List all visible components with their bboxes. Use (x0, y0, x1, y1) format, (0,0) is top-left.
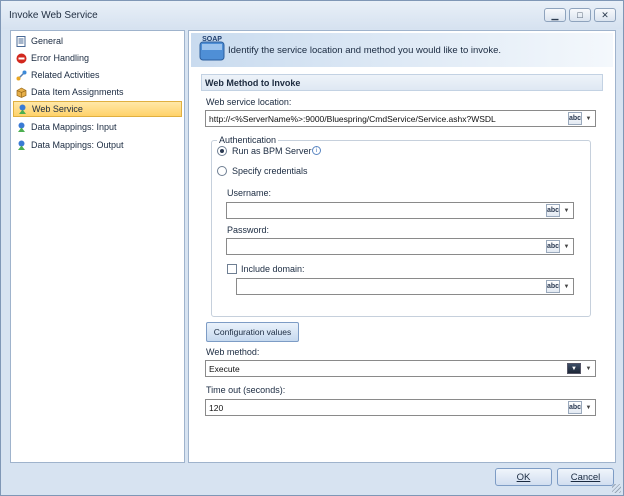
web-method-label: Web method: (206, 347, 260, 357)
resize-grip[interactable] (612, 484, 621, 493)
configuration-values-button[interactable]: Configuration values (206, 322, 299, 342)
sidebar-item-web-service[interactable]: Web Service (13, 101, 182, 117)
sidebar-item-general[interactable]: General (13, 33, 182, 49)
abc-icon[interactable]: abc (546, 280, 560, 293)
abc-icon[interactable]: abc (568, 112, 582, 125)
abc-icon[interactable]: abc (568, 401, 582, 414)
sidebar-item-related-activities[interactable]: Related Activities (13, 67, 182, 83)
run-as-label: Run as BPM Server (232, 146, 312, 156)
sidebar-item-label: Related Activities (31, 70, 100, 80)
invoke-web-service-dialog: Invoke Web Service ▁ □ ✕ General Error H… (0, 0, 624, 496)
web-method-value: Execute (209, 364, 240, 374)
close-button[interactable]: ✕ (594, 8, 616, 22)
sidebar: General Error Handling Related Activitie… (10, 30, 185, 463)
sidebar-item-label: Data Mappings: Output (31, 140, 124, 150)
content-panel: SOAP Identify the service location and m… (188, 30, 616, 463)
web-service-icon (15, 121, 27, 133)
chevron-down-icon[interactable]: ▼ (583, 401, 594, 414)
web-method-select[interactable]: Execute ▼ ▼ (205, 360, 596, 377)
web-service-location-field[interactable]: http://<%ServerName%>:9000/Bluespring/Cm… (205, 110, 596, 127)
sidebar-item-error-handling[interactable]: Error Handling (13, 50, 182, 66)
title-bar: Invoke Web Service ▁ □ ✕ (1, 1, 623, 29)
username-field[interactable]: abc ▼ (226, 202, 574, 219)
sidebar-item-data-mappings-input[interactable]: Data Mappings: Input (13, 119, 182, 135)
cancel-button[interactable]: Cancel (557, 468, 614, 486)
password-field[interactable]: abc ▼ (226, 238, 574, 255)
cancel-label: Cancel (570, 471, 601, 483)
dropdown-arrow-icon[interactable]: ▼ (567, 363, 581, 374)
document-icon (15, 35, 27, 47)
chevron-down-icon[interactable]: ▼ (561, 204, 572, 217)
chevron-down-icon[interactable]: ▼ (561, 280, 572, 293)
sidebar-item-label: Data Mappings: Input (31, 122, 117, 132)
ok-button[interactable]: OK (495, 468, 552, 486)
domain-field[interactable]: abc ▼ (236, 278, 574, 295)
specify-credentials-label: Specify credentials (232, 166, 308, 176)
location-value: http://<%ServerName%>:9000/Bluespring/Cm… (209, 114, 496, 124)
password-label: Password: (227, 225, 270, 235)
box-icon (15, 86, 27, 98)
soap-icon-label: SOAP (202, 36, 222, 43)
include-domain-label: Include domain: (241, 264, 305, 274)
location-label: Web service location: (206, 97, 292, 107)
banner-text: Identify the service location and method… (228, 45, 502, 56)
sidebar-item-label: General (31, 36, 64, 46)
window-title: Invoke Web Service (9, 10, 98, 21)
abc-icon[interactable]: abc (546, 240, 560, 253)
maximize-icon: □ (577, 9, 583, 20)
sidebar-item-label: Web Service (32, 104, 83, 114)
timeout-value: 120 (209, 403, 224, 413)
minimize-button[interactable]: ▁ (544, 8, 566, 22)
specify-credentials-radio[interactable] (217, 166, 227, 176)
soap-icon: SOAP (199, 36, 225, 62)
section-title: Web Method to Invoke (205, 78, 301, 88)
stop-icon (15, 52, 27, 64)
chevron-down-icon[interactable]: ▼ (583, 112, 594, 125)
username-label: Username: (227, 188, 272, 198)
minimize-icon: ▁ (551, 9, 559, 20)
authentication-legend: Authentication (217, 135, 279, 145)
sidebar-item-data-item-assignments[interactable]: Data Item Assignments (13, 84, 182, 100)
timeout-label: Time out (seconds): (206, 385, 286, 395)
maximize-button[interactable]: □ (569, 8, 591, 22)
ok-label: OK (516, 471, 531, 483)
sidebar-item-label: Data Item Assignments (31, 87, 124, 97)
link-icon (15, 69, 27, 81)
timeout-field[interactable]: 120 abc ▼ (205, 399, 596, 416)
sidebar-item-data-mappings-output[interactable]: Data Mappings: Output (13, 137, 182, 153)
section-header: Web Method to Invoke (201, 74, 603, 91)
run-as-bpm-server-radio[interactable] (217, 146, 227, 156)
chevron-down-icon[interactable]: ▼ (583, 362, 594, 375)
chevron-down-icon[interactable]: ▼ (561, 240, 572, 253)
web-service-icon (15, 139, 27, 151)
web-service-icon (16, 103, 28, 115)
info-icon[interactable]: i (312, 146, 321, 155)
sidebar-item-label: Error Handling (31, 53, 90, 63)
close-icon: ✕ (601, 9, 609, 20)
abc-icon[interactable]: abc (546, 204, 560, 217)
include-domain-checkbox[interactable] (227, 264, 237, 274)
info-banner: SOAP Identify the service location and m… (191, 33, 613, 67)
